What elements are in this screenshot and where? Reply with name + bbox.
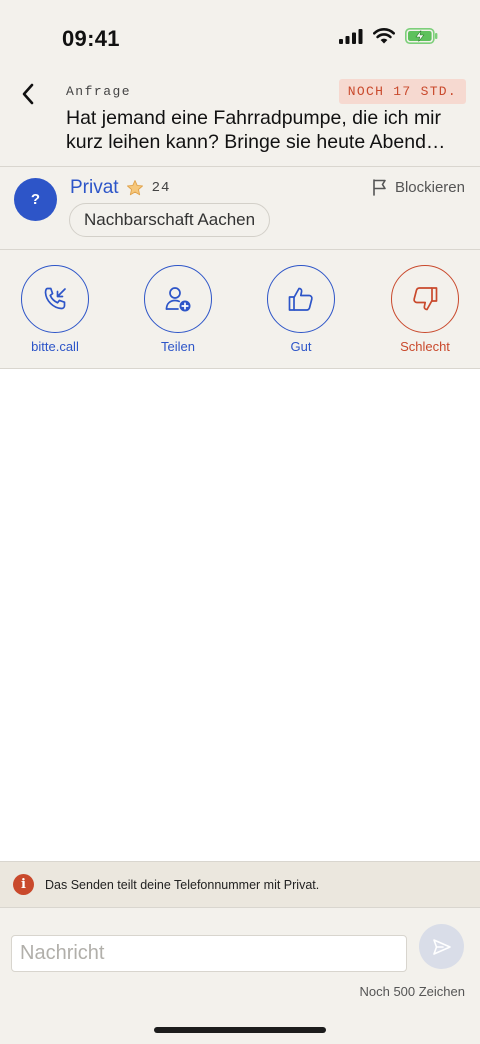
message-composer: Noch 500 Zeichen bbox=[0, 908, 480, 1044]
thumbs-down-icon bbox=[413, 287, 438, 311]
thumbs-up-icon bbox=[288, 287, 313, 311]
chevron-left-icon bbox=[22, 83, 34, 105]
bad-button[interactable]: Schlecht bbox=[377, 265, 473, 354]
status-bar: 09:41 bbox=[0, 0, 480, 70]
chat-area[interactable] bbox=[0, 369, 480, 861]
deadline-badge: NOCH 17 STD. bbox=[338, 79, 466, 104]
battery-charging-icon bbox=[405, 28, 438, 49]
request-type-label: Anfrage bbox=[66, 84, 132, 99]
share-button-label: Teilen bbox=[161, 339, 195, 354]
back-button[interactable] bbox=[14, 80, 42, 108]
avatar[interactable]: ? bbox=[14, 178, 57, 221]
call-button-label: bitte.call bbox=[31, 339, 79, 354]
info-notice: i Das Senden teilt deine Telefonnummer m… bbox=[0, 862, 480, 907]
info-icon: i bbox=[13, 874, 34, 895]
star-icon bbox=[126, 179, 144, 197]
community-chip[interactable]: Nachbarschaft Aachen bbox=[69, 203, 271, 237]
request-header: Anfrage NOCH 17 STD. Hat jemand eine Fah… bbox=[0, 70, 480, 166]
good-button-circle bbox=[267, 265, 335, 333]
reputation-score: 24 bbox=[151, 180, 171, 196]
info-text: Das Senden teilt deine Telefonnummer mit… bbox=[45, 877, 320, 892]
call-button-circle bbox=[21, 265, 89, 333]
request-title: Hat jemand eine Fahrradpumpe, die ich mi… bbox=[66, 106, 466, 154]
request-title-line-2: kurz leihen kann? Bringe sie heute Abend… bbox=[66, 131, 446, 153]
request-title-line-1: Hat jemand eine Fahrradpumpe, die ich mi… bbox=[66, 107, 442, 129]
status-icons bbox=[339, 28, 438, 49]
block-label: Blockieren bbox=[394, 178, 465, 196]
good-button-label: Gut bbox=[290, 339, 312, 354]
block-button[interactable]: Blockieren bbox=[371, 178, 465, 196]
status-time: 09:41 bbox=[62, 26, 120, 51]
action-buttons: bitte.call Teilen Gut Schlecht bbox=[0, 250, 480, 368]
user-name[interactable]: Privat bbox=[70, 177, 119, 199]
wifi-icon bbox=[373, 28, 395, 49]
share-button-circle bbox=[144, 265, 212, 333]
profile-name-row: Privat 24 bbox=[70, 177, 170, 199]
flag-icon bbox=[373, 179, 386, 196]
incoming-call-icon bbox=[44, 287, 66, 310]
add-user-icon bbox=[165, 287, 191, 312]
profile-section: ? Privat 24 Blockieren Nachbarschaft Aac… bbox=[0, 167, 480, 249]
bad-button-label: Schlecht bbox=[400, 339, 450, 354]
send-button[interactable] bbox=[419, 924, 464, 969]
home-indicator[interactable] bbox=[154, 1027, 326, 1033]
message-input[interactable] bbox=[11, 935, 407, 972]
bad-button-circle bbox=[391, 265, 459, 333]
call-button[interactable]: bitte.call bbox=[7, 265, 103, 354]
share-button[interactable]: Teilen bbox=[130, 265, 226, 354]
cellular-signal-icon bbox=[339, 28, 363, 49]
good-button[interactable]: Gut bbox=[253, 265, 349, 354]
char-counter: Noch 500 Zeichen bbox=[359, 984, 465, 999]
send-icon bbox=[432, 938, 451, 955]
